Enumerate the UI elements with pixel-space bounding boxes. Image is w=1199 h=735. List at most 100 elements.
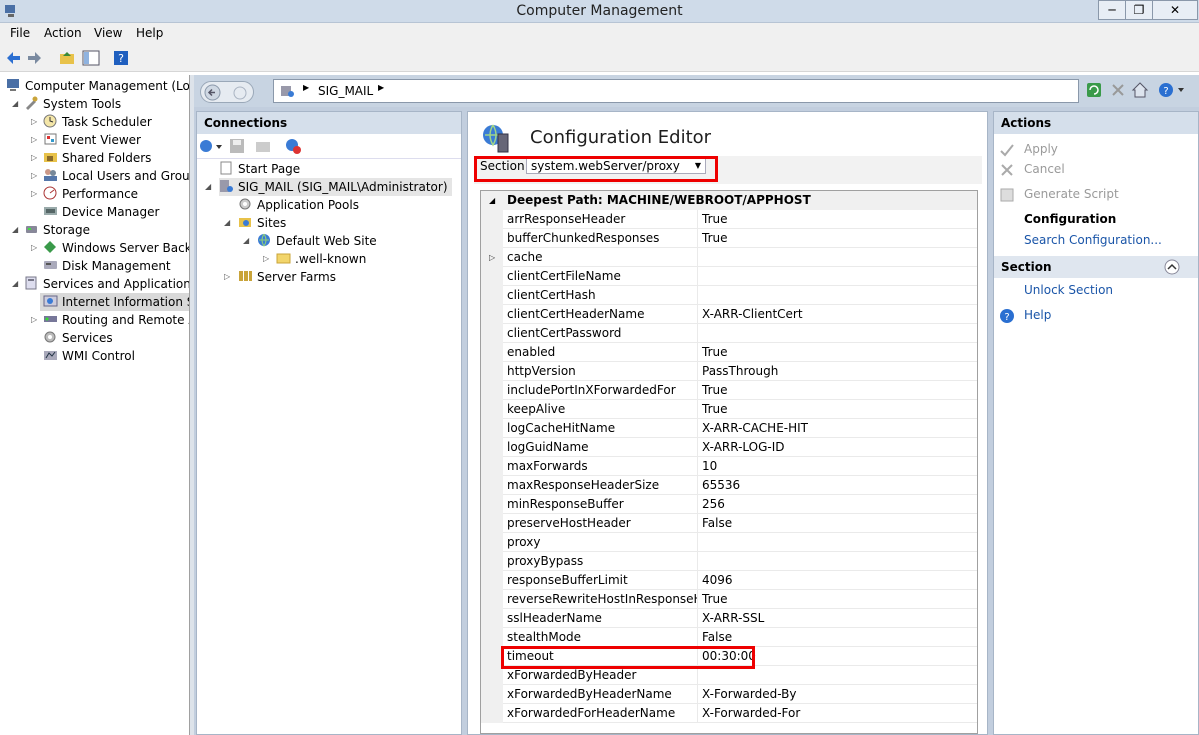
expand-icon[interactable]: ▷: [31, 185, 37, 203]
tree-routing-and-remote-access[interactable]: Routing and Remote Ac: [43, 311, 189, 329]
conn-sites[interactable]: Sites: [238, 214, 286, 232]
property-row[interactable]: proxy: [481, 533, 977, 552]
menu-view[interactable]: View: [94, 26, 122, 40]
tree-local-users[interactable]: Local Users and Groups: [43, 167, 189, 185]
property-row[interactable]: bufferChunkedResponses True: [481, 229, 977, 248]
collapse-icon[interactable]: ◢: [489, 191, 495, 210]
property-value[interactable]: True: [698, 381, 977, 400]
property-row[interactable]: enabled True: [481, 343, 977, 362]
tree-shared-folders[interactable]: Shared Folders: [43, 149, 151, 167]
address-box[interactable]: ▶ SIG_MAIL ▶: [273, 79, 1079, 103]
property-row[interactable]: clientCertHeaderName X-ARR-ClientCert: [481, 305, 977, 324]
property-value[interactable]: [698, 533, 977, 552]
property-value[interactable]: 256: [698, 495, 977, 514]
property-row[interactable]: reverseRewriteHostInResponseHeadTrue: [481, 590, 977, 609]
property-row[interactable]: ▷ cache: [481, 248, 977, 267]
property-row[interactable]: clientCertFileName: [481, 267, 977, 286]
menu-file[interactable]: File: [10, 26, 30, 40]
property-value[interactable]: 10: [698, 457, 977, 476]
property-row[interactable]: sslHeaderName X-ARR-SSL: [481, 609, 977, 628]
forward-icon[interactable]: [26, 49, 44, 67]
tree-services-and-applications[interactable]: Services and Applications: [24, 275, 189, 293]
property-row[interactable]: minResponseBuffer 256: [481, 495, 977, 514]
breadcrumb-arrow-icon[interactable]: ▶: [303, 83, 309, 92]
collapse-icon[interactable]: ◢: [205, 178, 211, 196]
forward-arrow-icon[interactable]: [233, 86, 247, 100]
breadcrumb-arrow-icon[interactable]: ▶: [378, 83, 384, 92]
property-value[interactable]: True: [698, 210, 977, 229]
menu-help[interactable]: Help: [136, 26, 163, 40]
menu-action[interactable]: Action: [44, 26, 82, 40]
group-header[interactable]: ◢ Deepest Path: MACHINE/WEBROOT/APPHOST: [481, 191, 977, 210]
stop-icon[interactable]: [1110, 82, 1126, 98]
expand-icon[interactable]: ▷: [31, 113, 37, 131]
breadcrumb-sig-mail[interactable]: SIG_MAIL: [318, 84, 373, 98]
conn-server-sig-mail[interactable]: SIG_MAIL (SIG_MAIL\Administrator): [219, 178, 452, 196]
property-value[interactable]: PassThrough: [698, 362, 977, 381]
home-icon[interactable]: [1131, 81, 1149, 99]
tree-event-viewer[interactable]: Event Viewer: [43, 131, 141, 149]
conn-server-farms[interactable]: Server Farms: [238, 268, 336, 286]
tree-services[interactable]: Services: [43, 329, 113, 347]
property-value[interactable]: X-ARR-CACHE-HIT: [698, 419, 977, 438]
connect-dropdown-icon[interactable]: [199, 138, 225, 154]
expand-icon[interactable]: ▷: [224, 268, 230, 286]
property-row[interactable]: stealthMode False: [481, 628, 977, 647]
expand-icon[interactable]: ▷: [31, 311, 37, 329]
help-dropdown-icon[interactable]: ?: [1158, 82, 1186, 98]
property-value[interactable]: True: [698, 590, 977, 609]
property-value[interactable]: [698, 248, 977, 267]
property-row[interactable]: xForwardedByHeaderName X-Forwarded-By: [481, 685, 977, 704]
tree-disk-management[interactable]: Disk Management: [43, 257, 171, 275]
show-hide-tree-icon[interactable]: [82, 49, 100, 67]
property-row[interactable]: xForwardedForHeaderName X-Forwarded-For: [481, 704, 977, 723]
property-value[interactable]: True: [698, 229, 977, 248]
property-value[interactable]: [698, 324, 977, 343]
tree-storage[interactable]: Storage: [24, 221, 90, 239]
property-value[interactable]: True: [698, 400, 977, 419]
property-value[interactable]: False: [698, 628, 977, 647]
property-row[interactable]: clientCertPassword: [481, 324, 977, 343]
expand-icon[interactable]: ▷: [31, 131, 37, 149]
property-value[interactable]: [698, 552, 977, 571]
up-folder-icon[interactable]: [58, 49, 76, 67]
conn-application-pools[interactable]: Application Pools: [238, 196, 359, 214]
expand-icon[interactable]: ▷: [489, 248, 495, 267]
expand-icon[interactable]: ▷: [31, 239, 37, 257]
collapse-icon[interactable]: ◢: [224, 214, 230, 232]
property-value[interactable]: 65536: [698, 476, 977, 495]
tree-internet-information-services[interactable]: Internet Information Ser: [40, 293, 189, 311]
property-row[interactable]: maxResponseHeaderSize 65536: [481, 476, 977, 495]
back-icon[interactable]: [4, 49, 22, 67]
expand-icon[interactable]: ▷: [31, 167, 37, 185]
back-forward-buttons[interactable]: [200, 81, 254, 103]
property-row[interactable]: preserveHostHeader False: [481, 514, 977, 533]
property-value[interactable]: X-Forwarded-For: [698, 704, 977, 723]
tree-performance[interactable]: Performance: [43, 185, 138, 203]
conn-default-web-site[interactable]: Default Web Site: [257, 232, 377, 250]
property-value[interactable]: True: [698, 343, 977, 362]
tree-device-manager[interactable]: Device Manager: [43, 203, 159, 221]
tree-computer-management[interactable]: Computer Management (Local: [6, 77, 189, 95]
property-row[interactable]: clientCertHash: [481, 286, 977, 305]
conn-well-known[interactable]: .well-known: [276, 250, 366, 268]
refresh-icon[interactable]: [1086, 82, 1102, 98]
property-row[interactable]: arrResponseHeader True: [481, 210, 977, 229]
property-value[interactable]: False: [698, 514, 977, 533]
tree-system-tools[interactable]: System Tools: [24, 95, 121, 113]
maximize-button[interactable]: ❐: [1125, 0, 1153, 20]
property-row[interactable]: logCacheHitName X-ARR-CACHE-HIT: [481, 419, 977, 438]
minimize-button[interactable]: ─: [1098, 0, 1126, 20]
property-value[interactable]: X-ARR-SSL: [698, 609, 977, 628]
property-row[interactable]: keepAlive True: [481, 400, 977, 419]
disconnect-icon[interactable]: [285, 138, 301, 154]
property-row[interactable]: httpVersion PassThrough: [481, 362, 977, 381]
collapse-icon[interactable]: ◢: [12, 95, 18, 113]
property-value[interactable]: X-Forwarded-By: [698, 685, 977, 704]
close-button[interactable]: ✕: [1152, 0, 1198, 20]
tree-windows-server-backup[interactable]: Windows Server Backup: [43, 239, 189, 257]
property-row[interactable]: responseBufferLimit 4096: [481, 571, 977, 590]
property-row[interactable]: proxyBypass: [481, 552, 977, 571]
property-value[interactable]: [698, 286, 977, 305]
chevron-up-icon[interactable]: [1164, 259, 1180, 275]
